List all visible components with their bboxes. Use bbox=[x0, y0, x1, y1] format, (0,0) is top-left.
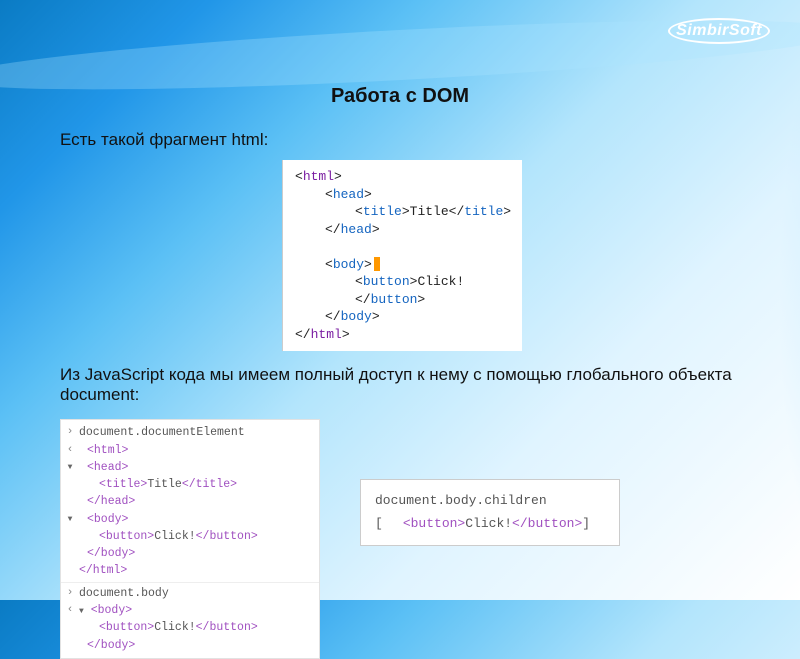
tag-title: title bbox=[363, 204, 402, 219]
bracket-close: ] bbox=[582, 516, 590, 531]
node-button-open: <button> bbox=[403, 516, 465, 531]
text-title: Title bbox=[410, 204, 449, 219]
bracket-open: [ bbox=[375, 516, 383, 531]
console-input-children: document.body.children bbox=[375, 490, 605, 512]
text-click: Click! bbox=[417, 274, 464, 289]
angle-open: </ bbox=[325, 222, 341, 237]
angle-close: > bbox=[402, 204, 410, 219]
intro-text: Есть такой фрагмент html: bbox=[60, 130, 740, 150]
angle-open: < bbox=[295, 169, 303, 184]
tag-head-close: head bbox=[341, 222, 372, 237]
angle-close: > bbox=[342, 327, 350, 342]
angle-open: < bbox=[355, 274, 363, 289]
node-button-open: <button> bbox=[99, 621, 154, 634]
tag-body: body bbox=[333, 257, 364, 272]
angle-close: > bbox=[334, 169, 342, 184]
text-click: Click! bbox=[465, 516, 512, 531]
console-input-body: document.body bbox=[79, 585, 319, 602]
angle-open: < bbox=[325, 187, 333, 202]
angle-open: </ bbox=[295, 327, 311, 342]
angle-close: > bbox=[503, 204, 511, 219]
node-title-open: <title> bbox=[99, 478, 147, 491]
angle-close: > bbox=[372, 222, 380, 237]
html-fragment-code: <html> <head> <title>Title</title> </hea… bbox=[282, 160, 522, 351]
node-html-close: </html> bbox=[79, 564, 127, 577]
cursor-icon bbox=[374, 257, 380, 271]
tag-html-close: html bbox=[311, 327, 342, 342]
node-title-close: </title> bbox=[182, 478, 237, 491]
node-html: <html> bbox=[87, 444, 128, 457]
angle-close: > bbox=[364, 187, 372, 202]
node-body: <body> bbox=[87, 513, 128, 526]
slide-title: Работа с DOM bbox=[60, 85, 740, 108]
angle-close: > bbox=[364, 257, 372, 272]
node-head: <head> bbox=[87, 461, 128, 474]
angle-open: </ bbox=[355, 292, 371, 307]
tag-button-close: button bbox=[371, 292, 418, 307]
tag-button: button bbox=[363, 274, 410, 289]
angle-close: > bbox=[417, 292, 425, 307]
lower-row: ›document.documentElement ‹<html> <head>… bbox=[60, 419, 740, 659]
middle-text: Из JavaScript кода мы имеем полный досту… bbox=[60, 365, 740, 405]
node-button-open: <button> bbox=[99, 530, 154, 543]
tag-html: html bbox=[303, 169, 334, 184]
node-body-close: </body> bbox=[87, 639, 135, 652]
tag-title-close: title bbox=[464, 204, 503, 219]
node-body-close: </body> bbox=[87, 547, 135, 560]
devtools-console-1: ›document.documentElement ‹<html> <head>… bbox=[60, 419, 320, 659]
angle-open: </ bbox=[325, 309, 341, 324]
text-click: Click! bbox=[154, 621, 195, 634]
text-title: Title bbox=[147, 478, 182, 491]
tag-body-close: body bbox=[341, 309, 372, 324]
console-input-documentElement: document.documentElement bbox=[79, 424, 319, 441]
node-body: <body> bbox=[91, 604, 132, 617]
text-click: Click! bbox=[154, 530, 195, 543]
node-button-close: </button> bbox=[196, 530, 258, 543]
node-button-close: </button> bbox=[512, 516, 582, 531]
logo-oval: SimbirSoft bbox=[668, 18, 770, 44]
html-fragment-wrap: <html> <head> <title>Title</title> </hea… bbox=[282, 160, 740, 351]
node-button-close: </button> bbox=[196, 621, 258, 634]
angle-open: < bbox=[325, 257, 333, 272]
tag-head: head bbox=[333, 187, 364, 202]
node-head-close: </head> bbox=[87, 495, 135, 508]
angle-open: < bbox=[355, 204, 363, 219]
slide-content: Работа с DOM Есть такой фрагмент html: <… bbox=[60, 85, 740, 659]
angle-open: </ bbox=[449, 204, 465, 219]
angle-close: > bbox=[372, 309, 380, 324]
brand-logo: SimbirSoft bbox=[668, 18, 770, 44]
devtools-console-2: document.body.children [ <button>Click!</… bbox=[360, 479, 620, 545]
